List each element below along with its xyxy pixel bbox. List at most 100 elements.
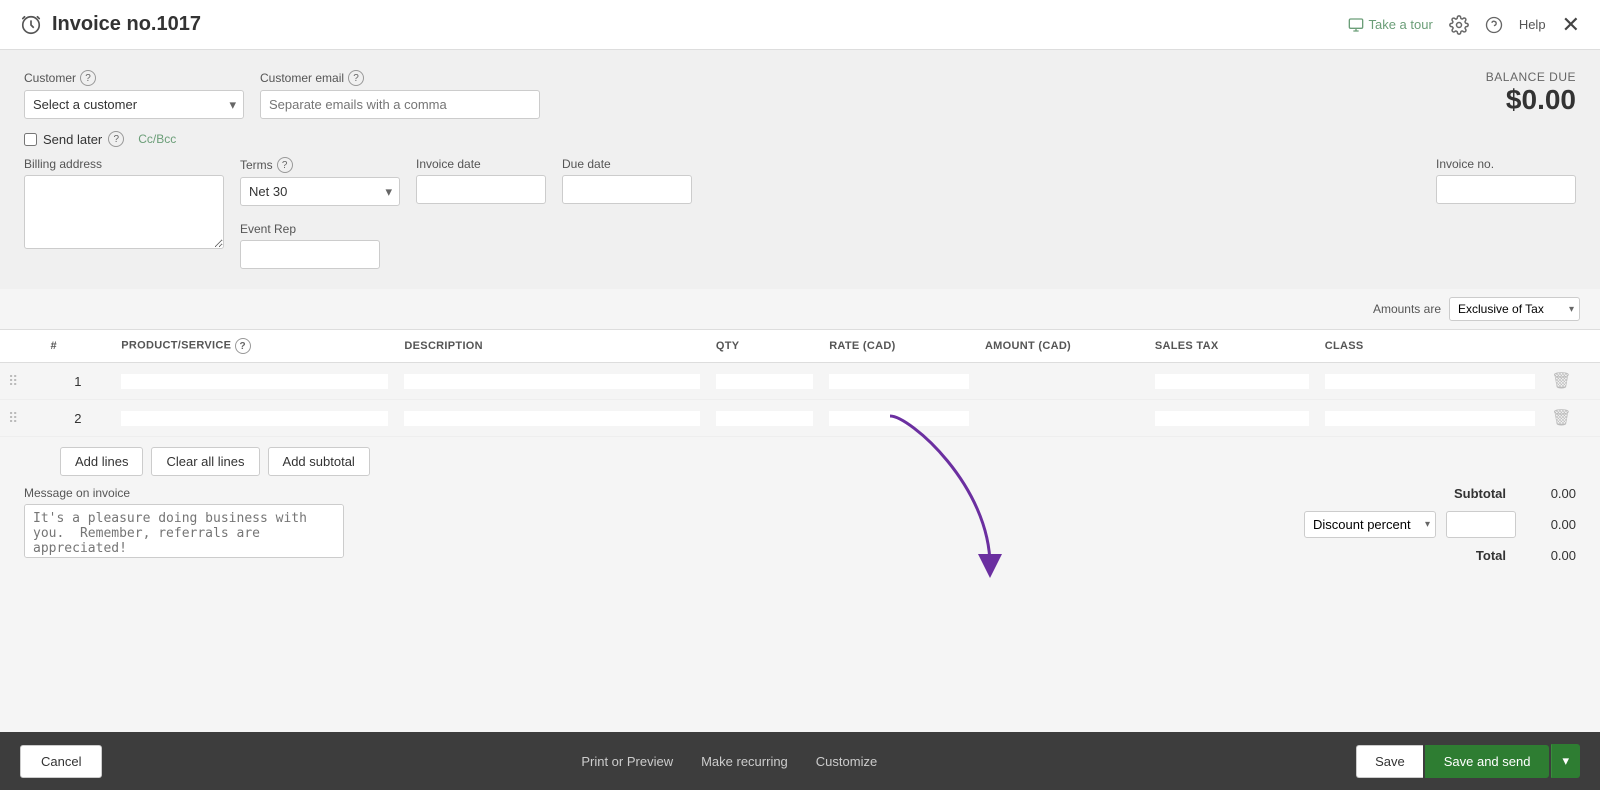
customer-select[interactable]: Select a customer xyxy=(24,90,244,119)
customer-group: Customer ? Select a customer ▾ xyxy=(24,70,244,119)
table-row: ⠿ 2 xyxy=(0,400,1600,437)
add-lines-button[interactable]: Add lines xyxy=(60,447,143,476)
line-actions: Add lines Clear all lines Add subtotal xyxy=(0,437,1600,486)
footer-left: Cancel xyxy=(20,745,102,778)
send-later-label: Send later xyxy=(43,132,102,147)
invoice-date-group: Invoice date 04/09/2020 xyxy=(416,157,546,204)
desc-cell-1[interactable] xyxy=(396,363,708,400)
email-label: Customer email ? xyxy=(260,70,540,86)
save-button[interactable]: Save xyxy=(1356,745,1423,778)
product-input-2[interactable] xyxy=(121,411,388,426)
invoice-no-input[interactable]: 1017 xyxy=(1436,175,1576,204)
amounts-select-wrapper: Exclusive of Tax Inclusive of Tax Out of… xyxy=(1449,297,1580,321)
invoice-title: Invoice no.1017 xyxy=(52,13,201,36)
th-drag xyxy=(0,330,42,363)
help-circle-icon xyxy=(1485,16,1503,34)
total-value: 0.00 xyxy=(1526,548,1576,563)
message-textarea[interactable] xyxy=(24,504,344,558)
class-input-2[interactable] xyxy=(1325,411,1536,426)
th-qty: QTY xyxy=(708,330,821,363)
billing-group: Billing address xyxy=(24,157,224,249)
drag-handle-2[interactable]: ⠿ xyxy=(0,400,42,437)
clear-all-lines-button[interactable]: Clear all lines xyxy=(151,447,259,476)
qty-input-1[interactable] xyxy=(716,374,813,389)
take-tour-label: Take a tour xyxy=(1368,17,1432,32)
total-row: Total 0.00 xyxy=(1196,548,1576,563)
send-later-checkbox[interactable] xyxy=(24,133,37,146)
balance-due-amount: $0.00 xyxy=(1486,84,1576,116)
tax-input-1[interactable] xyxy=(1155,374,1309,389)
event-rep-label: Event Rep xyxy=(240,222,400,236)
footer-right: Save Save and send ▾ xyxy=(1356,744,1580,778)
class-cell-1[interactable] xyxy=(1317,363,1544,400)
amounts-select[interactable]: Exclusive of Tax Inclusive of Tax Out of… xyxy=(1449,297,1580,321)
rate-cell-1[interactable] xyxy=(821,363,977,400)
due-date-input[interactable]: 04/10/2020 xyxy=(562,175,692,204)
discount-select-wrapper: Discount percent Discount value ▾ xyxy=(1304,511,1436,538)
qty-cell-1[interactable] xyxy=(708,363,821,400)
subtotal-row: Subtotal 0.00 xyxy=(1196,486,1576,501)
row-num-1: 1 xyxy=(42,363,113,400)
th-product: PRODUCT/SERVICE ? xyxy=(113,330,396,363)
amounts-are-label: Amounts are xyxy=(1373,302,1441,316)
delete-cell-2[interactable]: 🗑 xyxy=(1543,400,1600,437)
delete-row-2-icon[interactable]: 🗑 xyxy=(1551,410,1571,427)
rate-input-1[interactable] xyxy=(829,374,969,389)
subtotal-label: Subtotal xyxy=(1454,486,1506,501)
due-date-group: Due date 04/10/2020 xyxy=(562,157,692,204)
product-cell-1[interactable] xyxy=(113,363,396,400)
delete-row-1-icon[interactable]: 🗑 xyxy=(1551,373,1571,390)
discount-input[interactable] xyxy=(1446,511,1516,538)
print-preview-link[interactable]: Print or Preview xyxy=(581,754,673,769)
balance-due-label: BALANCE DUE xyxy=(1486,70,1576,84)
qty-input-2[interactable] xyxy=(716,411,813,426)
event-rep-input[interactable] xyxy=(240,240,380,269)
close-button[interactable]: ✕ xyxy=(1562,12,1580,38)
make-recurring-link[interactable]: Make recurring xyxy=(701,754,788,769)
billing-address-input[interactable] xyxy=(24,175,224,249)
cancel-button[interactable]: Cancel xyxy=(20,745,102,778)
terms-help-icon[interactable]: ? xyxy=(277,157,293,173)
help-label: Help xyxy=(1519,17,1546,32)
desc-cell-2[interactable] xyxy=(396,400,708,437)
add-subtotal-button[interactable]: Add subtotal xyxy=(268,447,370,476)
product-input-1[interactable] xyxy=(121,374,388,389)
product-cell-2[interactable] xyxy=(113,400,396,437)
discount-amount: 0.00 xyxy=(1526,517,1576,532)
rate-cell-2[interactable] xyxy=(821,400,977,437)
save-and-send-dropdown-button[interactable]: ▾ xyxy=(1551,744,1580,778)
table-row: ⠿ 1 xyxy=(0,363,1600,400)
invoice-no-label: Invoice no. xyxy=(1436,157,1576,171)
header-right: Take a tour Help ✕ xyxy=(1348,12,1580,38)
totals-section: Subtotal 0.00 Discount percent Discount … xyxy=(1196,486,1576,563)
footer: Cancel Print or Preview Make recurring C… xyxy=(0,732,1600,790)
qty-cell-2[interactable] xyxy=(708,400,821,437)
take-tour-link[interactable]: Take a tour xyxy=(1348,17,1432,33)
desc-input-1[interactable] xyxy=(404,374,700,389)
email-input[interactable] xyxy=(260,90,540,119)
drag-handle-1[interactable]: ⠿ xyxy=(0,363,42,400)
class-input-1[interactable] xyxy=(1325,374,1536,389)
terms-select[interactable]: Net 30 Net 15 Due on receipt Net 60 xyxy=(240,177,400,206)
drag-dots-icon: ⠿ xyxy=(8,410,18,426)
invoice-date-input[interactable]: 04/09/2020 xyxy=(416,175,546,204)
tax-cell-1[interactable] xyxy=(1147,363,1317,400)
class-cell-2[interactable] xyxy=(1317,400,1544,437)
delete-cell-1[interactable]: 🗑 xyxy=(1543,363,1600,400)
rate-input-2[interactable] xyxy=(829,411,969,426)
cc-bcc-link[interactable]: Cc/Bcc xyxy=(138,132,176,146)
save-and-send-button[interactable]: Save and send xyxy=(1425,745,1550,778)
settings-button[interactable] xyxy=(1449,15,1469,35)
tax-cell-2[interactable] xyxy=(1147,400,1317,437)
line-items-table: # PRODUCT/SERVICE ? DESCRIPTION QTY RATE… xyxy=(0,329,1600,437)
discount-select[interactable]: Discount percent Discount value xyxy=(1304,511,1436,538)
balance-due: BALANCE DUE $0.00 xyxy=(1486,70,1576,116)
help-button[interactable] xyxy=(1485,16,1503,34)
send-later-help-icon[interactable]: ? xyxy=(108,131,124,147)
email-help-icon[interactable]: ? xyxy=(348,70,364,86)
customize-link[interactable]: Customize xyxy=(816,754,877,769)
desc-input-2[interactable] xyxy=(404,411,700,426)
tax-input-2[interactable] xyxy=(1155,411,1309,426)
product-help-icon[interactable]: ? xyxy=(235,338,251,354)
customer-help-icon[interactable]: ? xyxy=(80,70,96,86)
